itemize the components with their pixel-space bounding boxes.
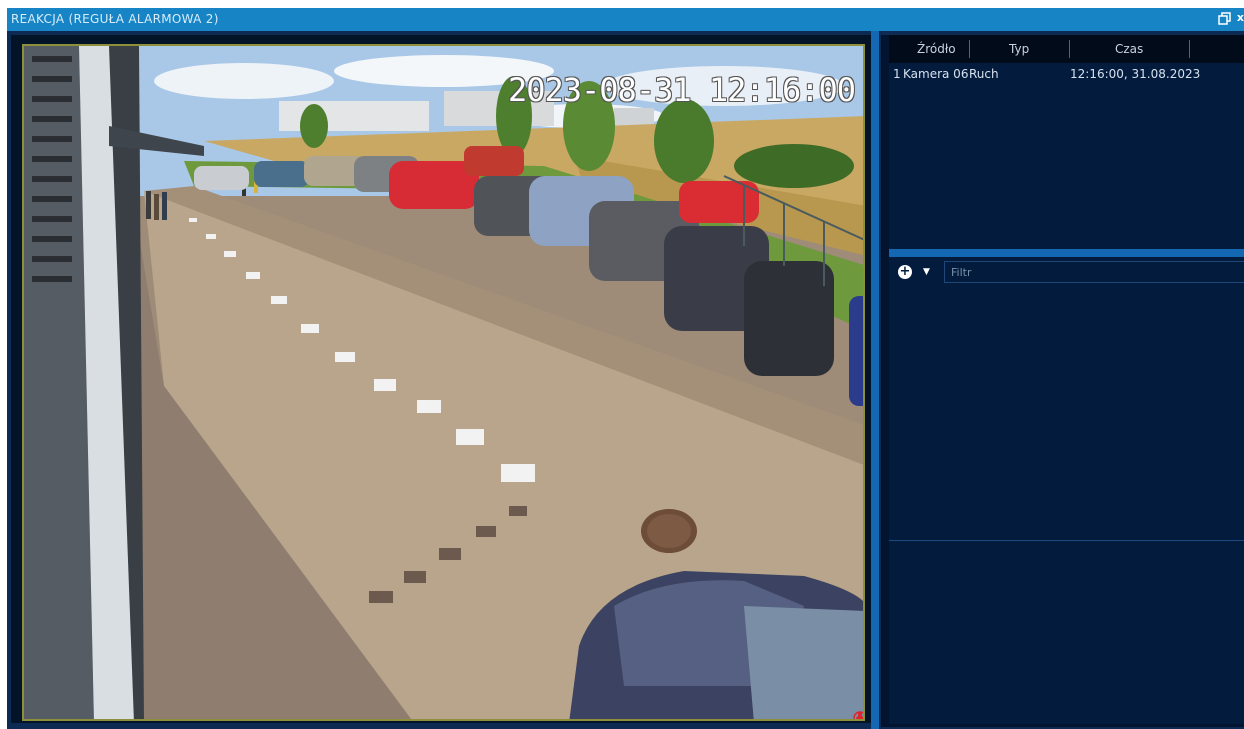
video-timestamp: 2023-08-31 12:16:00 xyxy=(507,71,856,109)
details-panel[interactable] xyxy=(889,541,1244,724)
filtered-list[interactable] xyxy=(889,287,1244,540)
row-type: Ruch xyxy=(969,67,999,81)
column-separator[interactable] xyxy=(1069,40,1070,58)
add-button[interactable]: + xyxy=(898,265,912,279)
events-table: Źródło Typ Czas 1 Kamera 06 Ruch 12:16:0… xyxy=(889,35,1244,249)
window-titlebar: REAKCJA (REGUŁA ALARMOWA 2) x xyxy=(7,8,1244,31)
column-header-time[interactable]: Czas xyxy=(1115,42,1143,56)
camera-video[interactable]: 2023-08-31 12:16:00 xyxy=(22,44,865,721)
row-time: 12:16:00, 31.08.2023 xyxy=(1070,67,1201,81)
reaction-window: 2023-08-31 12:16:00 Źródło Typ Czas 1 Ka… xyxy=(7,31,1244,729)
row-index: 1 xyxy=(893,67,901,81)
column-separator[interactable] xyxy=(1189,40,1190,58)
video-panel: 2023-08-31 12:16:00 xyxy=(11,35,871,723)
filter-input[interactable] xyxy=(944,261,1244,283)
record-icon xyxy=(853,711,863,719)
vertical-splitter[interactable] xyxy=(871,31,879,729)
table-row[interactable]: 1 Kamera 06 Ruch 12:16:00, 31.08.2023 xyxy=(889,67,1244,83)
column-header-source[interactable]: Źródło xyxy=(917,42,956,56)
restore-window-icon[interactable] xyxy=(1218,12,1232,26)
window-title: REAKCJA (REGUŁA ALARMOWA 2) xyxy=(11,12,219,26)
chevron-down-icon[interactable]: ▼ xyxy=(923,267,930,277)
events-sidebar: Źródło Typ Czas 1 Kamera 06 Ruch 12:16:0… xyxy=(881,35,1244,727)
close-icon[interactable]: x xyxy=(1237,11,1244,24)
filter-toolbar: + ▼ xyxy=(889,257,1244,287)
horizontal-splitter[interactable] xyxy=(889,249,1244,257)
camera-scene xyxy=(24,46,863,719)
events-table-header: Źródło Typ Czas xyxy=(889,35,1244,63)
row-source: Kamera 06 xyxy=(903,67,969,81)
column-separator[interactable] xyxy=(969,40,970,58)
column-header-type[interactable]: Typ xyxy=(1009,42,1029,56)
